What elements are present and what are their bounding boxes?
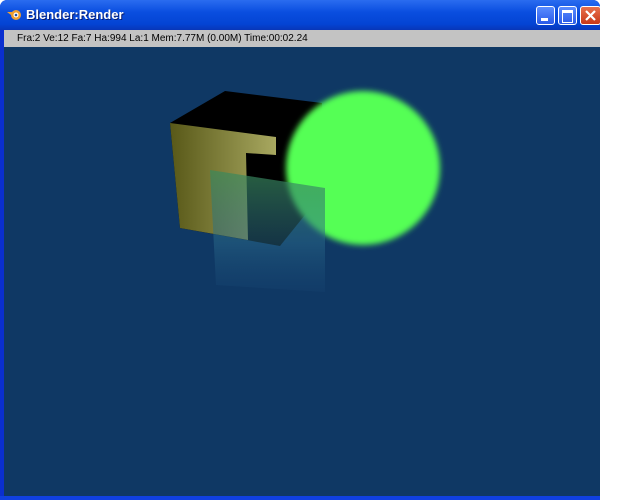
maximize-icon <box>562 10 573 23</box>
window-border <box>0 496 600 500</box>
minimize-button[interactable] <box>536 6 555 25</box>
render-window: Blender:Render Fra:2 Ve:12 Fa:7 Ha:994 L… <box>0 0 600 500</box>
title-bar[interactable]: Blender:Render <box>0 0 600 30</box>
close-button[interactable] <box>580 6 600 25</box>
blender-logo-icon <box>7 10 21 20</box>
close-icon <box>585 10 596 21</box>
minimize-icon <box>541 18 548 21</box>
window-title: Blender:Render <box>26 7 124 22</box>
maximize-button[interactable] <box>558 6 577 25</box>
transparent-plane <box>210 170 325 292</box>
rendered-scene <box>170 91 440 292</box>
render-status-bar: Fra:2 Ve:12 Fa:7 Ha:994 La:1 Mem:7.77M (… <box>4 30 600 47</box>
render-viewport <box>4 47 600 496</box>
